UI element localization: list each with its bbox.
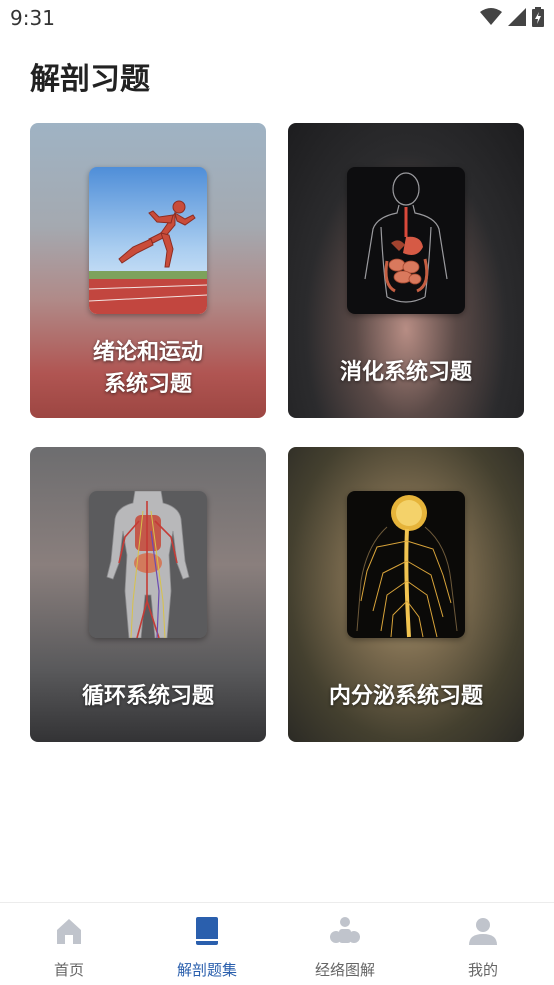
tab-label: 我的	[467, 961, 498, 979]
home-icon	[57, 919, 81, 944]
status-icons	[480, 7, 544, 27]
meridian-icon	[330, 917, 360, 943]
battery-icon	[532, 7, 544, 27]
status-bar: 9:31	[0, 0, 554, 36]
circulatory-system-figure-image	[89, 491, 207, 638]
card-label: 内分泌系统习题	[328, 684, 483, 709]
running-muscle-figure-image	[89, 167, 207, 314]
tab-meridian-diagrams[interactable]: 经络图解	[276, 903, 414, 985]
card-circulatory-system[interactable]: 循环系统习题	[30, 447, 266, 742]
tab-home[interactable]: 首页	[0, 903, 138, 985]
nervous-endocrine-figure-image	[347, 491, 465, 638]
card-endocrine-system[interactable]: 内分泌系统习题	[288, 447, 524, 742]
card-digestive-system[interactable]: 消化系统习题	[288, 123, 524, 418]
status-time: 9:31	[10, 6, 55, 30]
tab-label: 经络图解	[314, 961, 375, 979]
card-label: 循环系统习题	[81, 684, 214, 709]
tab-profile[interactable]: 我的	[414, 903, 552, 985]
person-icon	[469, 918, 497, 945]
card-intro-motor-system[interactable]: 绪论和运动 系统习题	[30, 123, 266, 418]
tab-anatomy-questions[interactable]: 解剖题集	[138, 903, 276, 985]
card-label-line2: 系统习题	[103, 372, 192, 397]
tab-label: 首页	[53, 961, 84, 979]
book-icon	[196, 917, 218, 945]
signal-icon	[508, 8, 526, 26]
tab-label: 解剖题集	[176, 961, 237, 979]
bottom-tab-bar: 首页 解剖题集 经络图解 我的	[0, 902, 554, 985]
card-label-line1: 绪论和运动	[92, 340, 203, 365]
card-label: 消化系统习题	[339, 360, 472, 385]
wifi-icon	[480, 8, 502, 25]
page-title: 解剖习题	[30, 62, 150, 97]
digestive-system-figure-image	[347, 167, 465, 314]
